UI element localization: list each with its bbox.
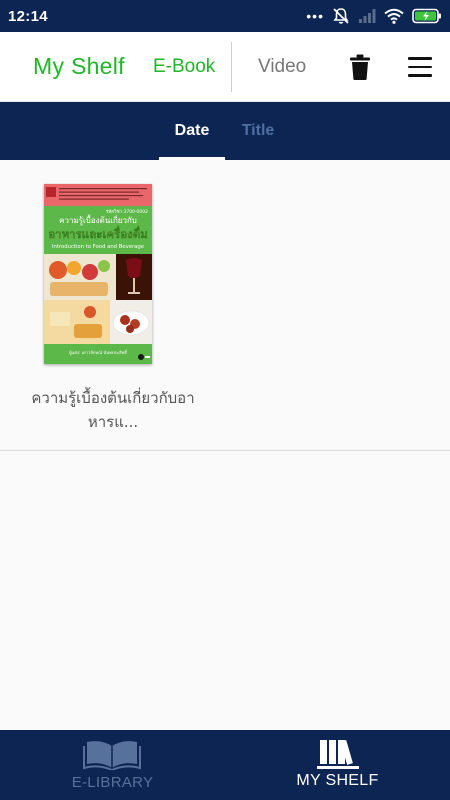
status-icons: ••• (306, 7, 442, 25)
wifi-icon (384, 8, 404, 24)
page-title: My Shelf (33, 53, 125, 79)
book-title[interactable]: ความรู้เบื้องต้นเกี่ยวกับอาหารแ... (20, 386, 206, 434)
signal-icon (359, 9, 376, 23)
more-notifications-icon: ••• (306, 8, 324, 24)
trash-icon[interactable] (350, 54, 370, 80)
nav-my-shelf-label: MY SHELF (296, 772, 379, 789)
cover-author: ผู้แต่ง: เยาวลักษณ์ นันทประสิทธิ์ (69, 349, 128, 356)
cover-code: รหัสวิชา 3700-0002 (106, 209, 148, 215)
cover-title-en: Introduction to Food and Beverage (52, 244, 144, 250)
cover-title-line1: ความรู้เบื้องต้นเกี่ยวกับ (59, 214, 137, 226)
book-cover[interactable]: รหัสวิชา 3700-0002 ความรู้เบื้องต้นเกี่ย… (44, 184, 152, 364)
cover-title-line2: อาหารและเครื่องดื่ม (48, 225, 148, 241)
nav-e-library-label: E-LIBRARY (71, 774, 154, 791)
mute-icon (333, 8, 349, 24)
status-bar: 12:14 ••• (0, 0, 450, 32)
sort-tab-date-label: Date (174, 122, 210, 139)
bottom-nav: E-LIBRARY MY SHELF (0, 730, 450, 800)
sort-tab-bar: Date Title (0, 102, 450, 160)
open-book-icon (83, 741, 141, 770)
shelf-row: รหัสวิชา 3700-0002 ความรู้เบื้องต้นเกี่ย… (0, 160, 450, 451)
nav-my-shelf[interactable]: MY SHELF (225, 730, 450, 800)
app-header: My Shelf E-Book Video (0, 32, 450, 102)
status-time: 12:14 (8, 7, 48, 25)
shelf-area: รหัสวิชา 3700-0002 ความรู้เบื้องต้นเกี่ย… (0, 160, 450, 730)
nav-e-library[interactable]: E-LIBRARY (0, 730, 225, 800)
tab-ebook[interactable]: E-Book (153, 56, 215, 78)
bookshelf-icon (317, 740, 359, 769)
sort-tab-title[interactable]: Title (232, 102, 284, 160)
header-divider (231, 42, 232, 92)
tab-video[interactable]: Video (258, 56, 306, 78)
sort-tab-title-label: Title (241, 122, 275, 139)
sort-tab-date[interactable]: Date (159, 102, 225, 160)
battery-charging-icon (412, 8, 441, 24)
menu-icon[interactable] (408, 57, 432, 77)
